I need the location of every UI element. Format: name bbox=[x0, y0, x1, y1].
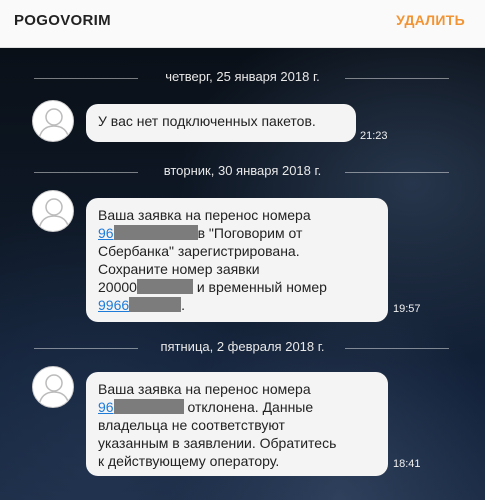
redacted-block bbox=[129, 297, 182, 312]
date-separator: четверг, 25 января 2018 г. bbox=[0, 68, 485, 88]
phone-number-link[interactable]: 9966 bbox=[98, 297, 129, 313]
avatar bbox=[32, 100, 74, 142]
date-separator: пятница, 2 февраля 2018 г. bbox=[0, 338, 485, 358]
message-time: 18:41 bbox=[393, 458, 421, 470]
message-line: 96 отклонена. Данные bbox=[98, 399, 314, 415]
phone-number-link[interactable]: 96 bbox=[98, 399, 114, 415]
message-line: 96 в "Поговорим от bbox=[98, 225, 303, 241]
message-line: Сохраните номер заявки bbox=[98, 261, 260, 277]
redacted-block bbox=[136, 279, 193, 294]
message-line: Ваша заявка на перенос номера bbox=[98, 381, 311, 397]
phone-number-link[interactable]: 96 bbox=[98, 225, 114, 241]
person-silhouette-icon bbox=[38, 198, 70, 230]
message-line: Ваша заявка на перенос номера bbox=[98, 207, 311, 223]
delete-button[interactable]: УДАЛИТЬ bbox=[396, 12, 465, 28]
date-separator: вторник, 30 января 2018 г. bbox=[0, 162, 485, 182]
message-bubble[interactable]: Ваша заявка на перенос номера 96 в "Погов… bbox=[86, 198, 388, 322]
message-line: владельца не соответствуют bbox=[98, 417, 285, 433]
avatar bbox=[32, 366, 74, 408]
message-text: У вас нет подключенных пакетов. bbox=[98, 113, 316, 129]
message-time: 21:23 bbox=[360, 130, 388, 142]
message-bubble[interactable]: Ваша заявка на перенос номера 96 отклоне… bbox=[86, 372, 388, 476]
conversation-title: POGOVORIM bbox=[14, 12, 111, 29]
date-label: пятница, 2 февраля 2018 г. bbox=[160, 339, 325, 354]
message-line: 20000 и временный номер bbox=[98, 279, 327, 295]
date-label: вторник, 30 января 2018 г. bbox=[163, 163, 322, 178]
message-list[interactable]: четверг, 25 января 2018 г. У вас нет под… bbox=[0, 48, 485, 500]
person-silhouette-icon bbox=[38, 374, 70, 406]
message-line: к действующему оператору. bbox=[98, 453, 280, 469]
app-header: POGOVORIM УДАЛИТЬ bbox=[0, 0, 485, 48]
person-silhouette-icon bbox=[38, 108, 70, 140]
message-line: 9966. bbox=[98, 297, 186, 313]
redacted-block bbox=[113, 225, 198, 240]
date-label: четверг, 25 января 2018 г. bbox=[165, 69, 320, 84]
message-time: 19:57 bbox=[393, 303, 421, 315]
message-bubble[interactable]: У вас нет подключенных пакетов. bbox=[86, 104, 356, 142]
avatar bbox=[32, 190, 74, 232]
redacted-block bbox=[113, 399, 184, 414]
message-line: Сбербанка" зарегистрирована. bbox=[98, 243, 300, 259]
message-line: указанным в заявлении. Обратитесь bbox=[98, 435, 337, 451]
